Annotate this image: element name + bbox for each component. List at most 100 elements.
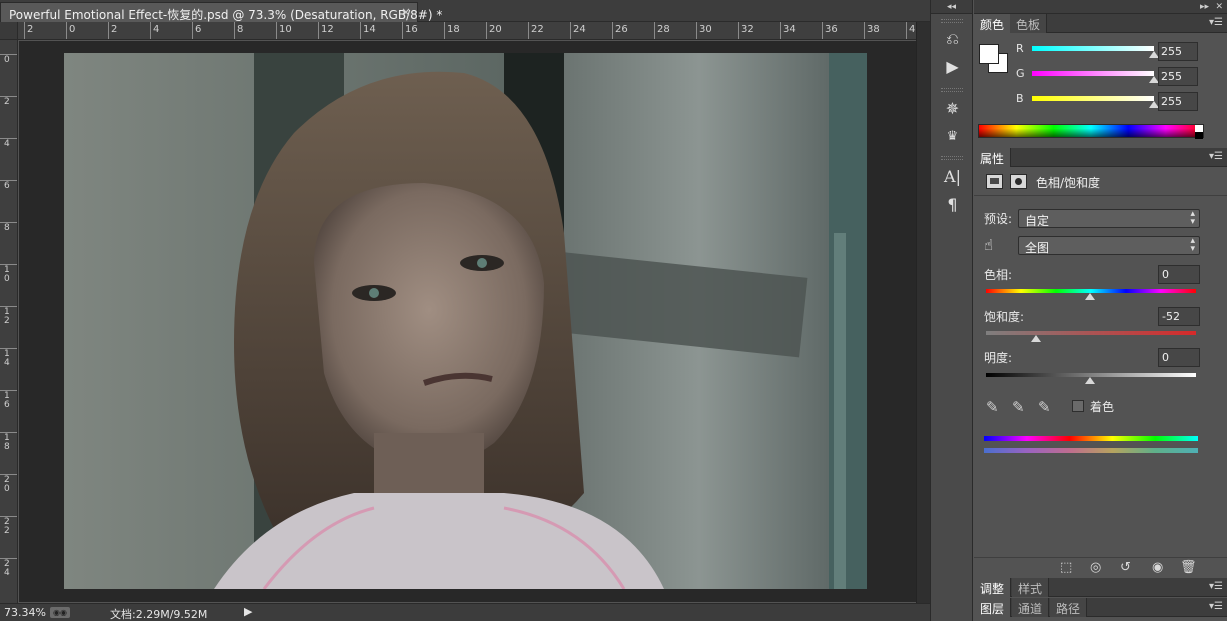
ruler-tick: 18 (444, 22, 460, 39)
history-icon[interactable]: ⎌ (939, 28, 966, 50)
color-spectrum-bar[interactable] (978, 124, 1204, 139)
colorize-checkbox[interactable] (1072, 400, 1084, 412)
channel-slider-track[interactable] (1032, 96, 1154, 101)
clip-to-layer-icon[interactable]: ⬚ (1060, 560, 1072, 575)
ruler-tick: 12 (0, 306, 17, 326)
ruler-tick: 12 (318, 22, 334, 39)
channel-value-input[interactable]: 255 (1158, 42, 1198, 61)
saturation-input[interactable]: -52 (1158, 307, 1200, 326)
ruler-tick: 24 (0, 558, 17, 578)
color-panel: 颜色 色板 ▾☰ R 255 G 255 B 255 (974, 14, 1227, 146)
eyedropper-minus-icon[interactable]: ✎ (1038, 398, 1051, 416)
channel-slider-track[interactable] (1032, 46, 1154, 51)
ruler-tick: 36 (822, 22, 838, 39)
ruler-tick: 4 (150, 22, 159, 39)
vertical-scrollbar[interactable] (916, 22, 930, 603)
clone-source-icon[interactable]: ♛ (939, 126, 966, 148)
channel-value-input[interactable]: 255 (1158, 92, 1198, 111)
character-icon[interactable]: A| (939, 166, 966, 188)
color-channel-row: G 255 (1014, 67, 1224, 87)
tab-properties[interactable]: 属性 (974, 148, 1012, 167)
vertical-ruler[interactable]: 0 2 4 6 8 10 12 14 16 18 20 22 24 (0, 40, 18, 603)
strip-grip[interactable] (941, 156, 963, 160)
ruler-tick: 16 (0, 390, 17, 410)
brush-preset-icon[interactable]: ✵ (939, 98, 966, 120)
ruler-tick: 22 (528, 22, 544, 39)
ruler-label: 8 (4, 223, 10, 233)
tab-layers[interactable]: 图层 (974, 598, 1012, 617)
tab-adjustments[interactable]: 调整 (974, 578, 1012, 597)
status-preview-icon[interactable]: ◉◉ (50, 607, 70, 618)
panel-menu-icon[interactable]: ▾☰ (1209, 581, 1223, 592)
document-tab[interactable]: Powerful Emotional Effect-恢复的.psd @ 73.3… (0, 2, 442, 22)
ruler-tick: 4 (0, 138, 17, 149)
ruler-label: 0 (69, 24, 76, 35)
eyedropper-plus-icon[interactable]: ✎ (1012, 398, 1025, 416)
foreground-color-swatch[interactable] (979, 44, 999, 64)
channel-slider-track[interactable] (1032, 71, 1154, 76)
tab-channels[interactable]: 通道 (1012, 598, 1050, 617)
ruler-tick: 2 (0, 96, 17, 107)
layers-panel: 图层 通道 路径 ▾☰ (974, 598, 1227, 621)
hue-slider-thumb[interactable] (1085, 293, 1095, 300)
channel-value-input[interactable]: 255 (1158, 67, 1198, 86)
ruler-label: 36 (825, 24, 838, 35)
tab-color[interactable]: 颜色 (974, 14, 1012, 33)
ruler-label: 22 (531, 24, 544, 35)
play-action-icon[interactable]: ▶ (939, 56, 966, 78)
panel-menu-icon[interactable]: ▾☰ (1209, 151, 1223, 162)
document-image[interactable] (64, 53, 867, 589)
ruler-corner[interactable] (0, 22, 18, 40)
ruler-label: 4 (153, 24, 160, 35)
ruler-label: 2 (27, 24, 34, 35)
tab-swatches[interactable]: 色板 (1010, 14, 1048, 33)
horizontal-ruler[interactable]: 20246810121416182022242628303234363840 (18, 22, 916, 40)
close-dock-icon[interactable]: ✕ (1215, 0, 1223, 14)
tab-paths[interactable]: 路径 (1050, 598, 1088, 617)
panel-menu-icon[interactable]: ▾☰ (1209, 17, 1223, 28)
ruler-tick: 14 (0, 348, 17, 368)
lightness-input[interactable]: 0 (1158, 348, 1200, 367)
saturation-slider-thumb[interactable] (1031, 335, 1041, 342)
collapse-dock-icon[interactable]: ◂◂ (931, 0, 972, 14)
lightness-slider-thumb[interactable] (1085, 377, 1095, 384)
status-bar: 73.34% ◉◉ 文档:2.29M/9.52M ▶ (0, 603, 930, 621)
strip-grip[interactable] (941, 88, 963, 92)
ruler-label: 26 (615, 24, 628, 35)
eyedropper-icon[interactable]: ✎ (986, 398, 999, 416)
toggle-visibility-icon[interactable]: ◉ (1152, 560, 1163, 575)
collapse-panels-icon[interactable]: ▸▸ (1200, 0, 1209, 14)
properties-panel-header: 属性 ▾☰ (974, 148, 1227, 167)
tab-styles[interactable]: 样式 (1012, 578, 1050, 597)
targeted-adjustment-hand-icon[interactable]: ☝ (984, 236, 993, 254)
close-tab-icon[interactable]: × (401, 5, 411, 19)
ruler-tick: 6 (192, 22, 201, 39)
preset-select[interactable]: 自定 ▴ ▾ (1018, 209, 1200, 228)
status-menu-arrow-icon[interactable]: ▶ (244, 605, 252, 618)
panel-menu-icon[interactable]: ▾☰ (1209, 601, 1223, 612)
ruler-label: 14 (363, 24, 376, 35)
adjustments-panel-header: 调整 样式 ▾☰ (974, 578, 1227, 597)
ruler-label: 20 (4, 475, 10, 494)
canvas-area[interactable] (19, 41, 916, 602)
ruler-label: 28 (657, 24, 670, 35)
reset-adjustment-icon[interactable]: ↺ (1120, 560, 1131, 575)
range-select[interactable]: 全图 ▴ ▾ (1018, 236, 1200, 255)
saturation-slider-track[interactable] (986, 331, 1196, 335)
strip-grip[interactable] (941, 19, 963, 23)
ruler-label: 16 (405, 24, 418, 35)
ruler-label: 10 (4, 265, 10, 284)
preset-label: 预设: (984, 212, 1013, 226)
ruler-tick: 16 (402, 22, 418, 39)
portrait-photo (64, 53, 867, 589)
layer-mask-icon[interactable] (1010, 174, 1027, 189)
ruler-label: 4 (4, 139, 10, 149)
delete-adjustment-icon[interactable]: 🗑 (1180, 560, 1197, 575)
paragraph-icon[interactable]: ¶ (939, 194, 966, 216)
channel-label: R (1016, 42, 1024, 55)
zoom-level[interactable]: 73.34% (4, 606, 46, 619)
view-previous-state-icon[interactable]: ◎ (1090, 560, 1101, 575)
ruler-tick: 14 (360, 22, 376, 39)
hue-input[interactable]: 0 (1158, 265, 1200, 284)
hue-saturation-icon[interactable] (986, 174, 1003, 189)
